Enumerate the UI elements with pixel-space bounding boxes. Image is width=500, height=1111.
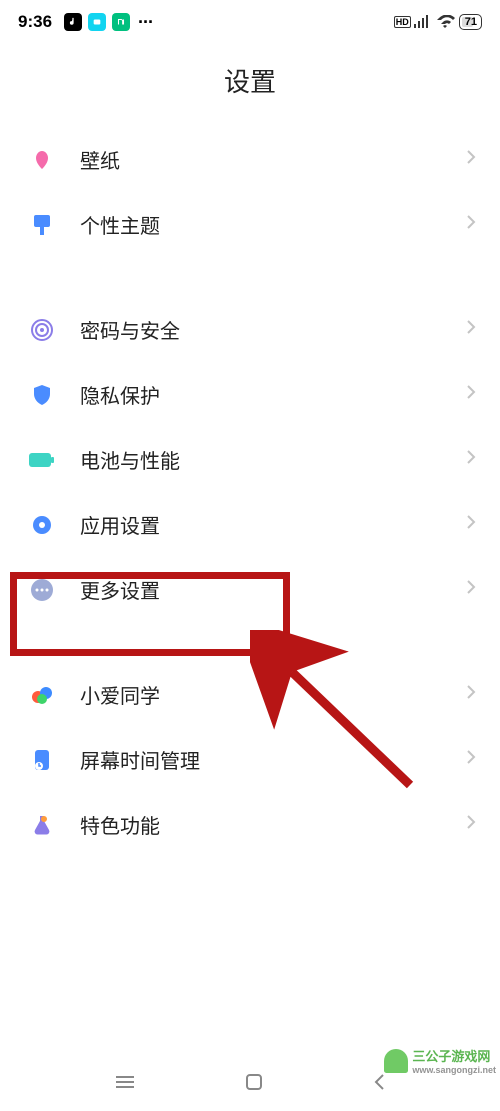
chevron-right-icon bbox=[466, 149, 476, 170]
row-label: 个性主题 bbox=[80, 210, 466, 239]
more-icon bbox=[22, 578, 62, 602]
page-title: 设置 bbox=[0, 40, 500, 127]
settings-group-features: 小爱同学 屏幕时间管理 特色功能 bbox=[0, 662, 500, 857]
chevron-right-icon bbox=[466, 214, 476, 235]
nav-home-button[interactable] bbox=[245, 1073, 263, 1091]
row-app-settings[interactable]: 应用设置 bbox=[0, 492, 500, 557]
row-battery-performance[interactable]: 电池与性能 bbox=[0, 427, 500, 492]
status-left: 9:36 ··· bbox=[18, 12, 153, 33]
settings-group-security: 密码与安全 隐私保护 电池与性能 应用设置 bbox=[0, 297, 500, 622]
row-special-features[interactable]: 特色功能 bbox=[0, 792, 500, 857]
signal-icon bbox=[413, 15, 431, 29]
chevron-right-icon bbox=[466, 579, 476, 600]
row-label: 电池与性能 bbox=[80, 445, 466, 474]
row-label: 特色功能 bbox=[80, 810, 466, 839]
hd-badge: HD bbox=[394, 16, 411, 28]
battery-percent: 71 bbox=[462, 16, 477, 28]
chevron-right-icon bbox=[466, 319, 476, 340]
chevron-right-icon bbox=[466, 749, 476, 770]
flask-icon bbox=[22, 813, 62, 837]
gear-icon bbox=[22, 513, 62, 537]
battery-icon bbox=[22, 452, 62, 468]
row-theme[interactable]: 个性主题 bbox=[0, 192, 500, 257]
row-label: 密码与安全 bbox=[80, 315, 466, 344]
chevron-right-icon bbox=[466, 814, 476, 835]
more-notifications-icon: ··· bbox=[138, 12, 153, 33]
fingerprint-icon bbox=[22, 318, 62, 342]
chevron-right-icon bbox=[466, 449, 476, 470]
row-wallpaper[interactable]: 壁纸 bbox=[0, 127, 500, 192]
nav-recents-button[interactable] bbox=[114, 1073, 136, 1091]
status-bar: 9:36 ··· HD 71 bbox=[0, 0, 500, 40]
row-label: 隐私保护 bbox=[80, 380, 466, 409]
row-label: 应用设置 bbox=[80, 510, 466, 539]
chevron-right-icon bbox=[466, 514, 476, 535]
row-privacy[interactable]: 隐私保护 bbox=[0, 362, 500, 427]
message-app-icon bbox=[88, 13, 106, 31]
xiaoai-icon bbox=[22, 683, 62, 707]
row-label: 壁纸 bbox=[80, 145, 466, 174]
nav-back-button[interactable] bbox=[372, 1073, 386, 1091]
battery-indicator: 71 bbox=[459, 14, 482, 30]
row-more-settings[interactable]: 更多设置 bbox=[0, 557, 500, 622]
settings-group-appearance: 壁纸 个性主题 bbox=[0, 127, 500, 257]
chevron-right-icon bbox=[466, 384, 476, 405]
mi-app-icon bbox=[112, 13, 130, 31]
row-xiaoai[interactable]: 小爱同学 bbox=[0, 662, 500, 727]
wifi-icon bbox=[435, 15, 455, 29]
row-password-security[interactable]: 密码与安全 bbox=[0, 297, 500, 362]
chevron-right-icon bbox=[466, 684, 476, 705]
row-label: 小爱同学 bbox=[80, 680, 466, 709]
theme-icon bbox=[22, 213, 62, 237]
row-label: 屏幕时间管理 bbox=[80, 745, 466, 774]
status-right: HD 71 bbox=[394, 14, 482, 30]
tiktok-icon bbox=[64, 13, 82, 31]
screen-time-icon bbox=[22, 748, 62, 772]
navigation-bar bbox=[0, 1053, 500, 1111]
row-screen-time[interactable]: 屏幕时间管理 bbox=[0, 727, 500, 792]
row-label: 更多设置 bbox=[80, 575, 466, 604]
status-time: 9:36 bbox=[18, 12, 52, 32]
shield-icon bbox=[22, 383, 62, 407]
wallpaper-icon bbox=[22, 148, 62, 172]
